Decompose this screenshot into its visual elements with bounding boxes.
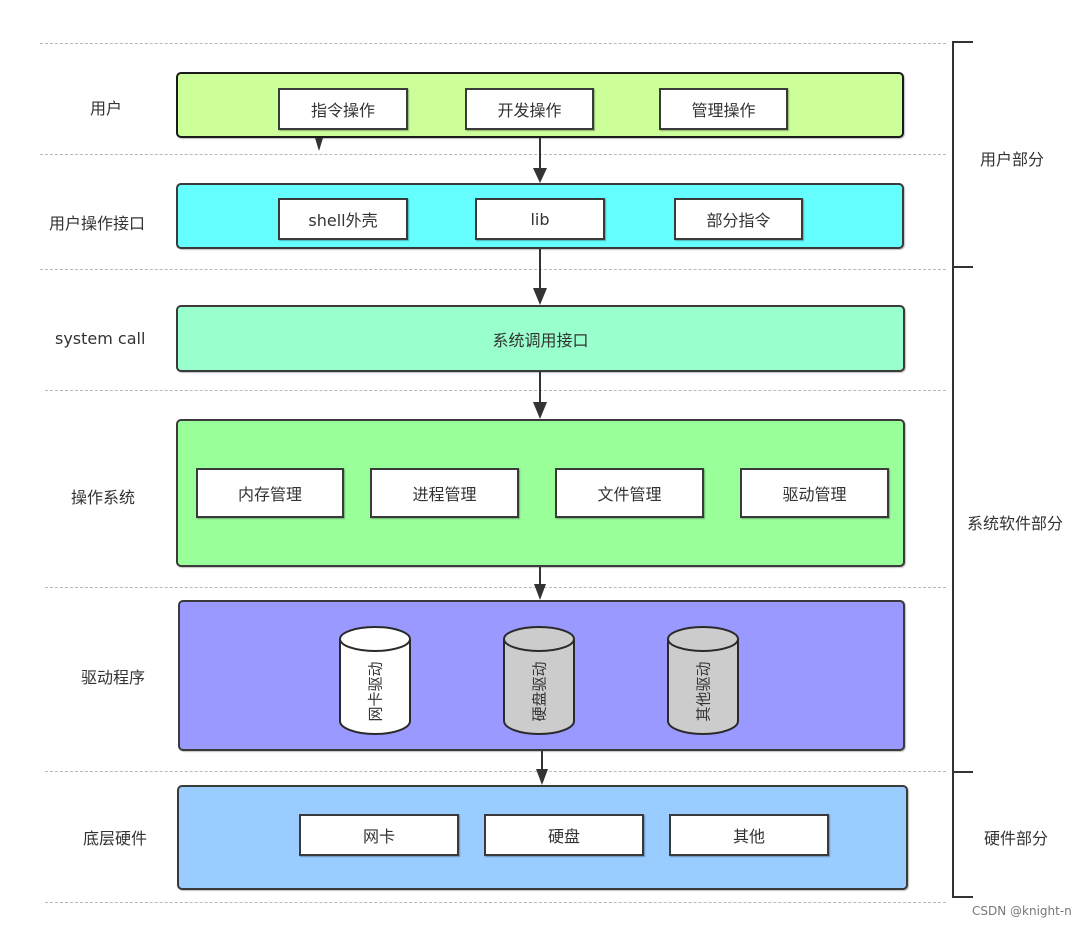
- bracket-user-part: [952, 41, 973, 269]
- group-label-user-part: 用户部分: [980, 150, 1045, 169]
- arrow-user-to-interface: [533, 138, 547, 183]
- arrow-syscall-to-os: [533, 372, 547, 419]
- arrow-drivers-to-hardware: [536, 751, 548, 785]
- bracket-hardware-part: [952, 771, 973, 898]
- arrow-stub-small: [315, 138, 323, 151]
- group-label-hardware-part: 硬件部分: [984, 829, 1049, 848]
- arrow-interface-to-syscall: [533, 249, 547, 305]
- watermark: CSDN @knight-n: [972, 904, 1072, 918]
- arrow-os-to-drivers: [534, 567, 546, 600]
- group-label-system-software-part: 系统软件部分: [967, 514, 1064, 533]
- arrows-layer: [315, 138, 548, 785]
